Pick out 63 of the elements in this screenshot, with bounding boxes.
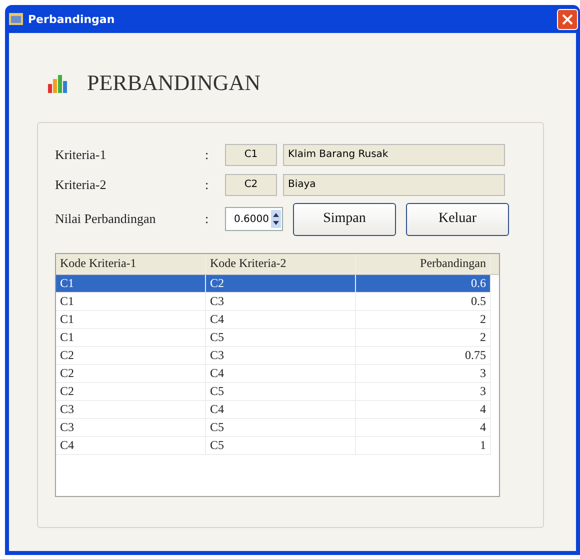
table-row[interactable]: C1 C3 0.5 [56,293,499,311]
window-title: Perbandingan [28,12,115,26]
table-cell: C1 [56,293,206,311]
colon: : [205,176,210,192]
table-row[interactable]: C2 C3 0.75 [56,347,499,365]
table-cell: C3 [56,419,206,437]
table-cell: C3 [206,293,356,311]
table-cell: 4 [356,419,491,437]
table-cell: C5 [206,329,356,347]
table-cell: C1 [56,329,206,347]
table-cell: C5 [206,383,356,401]
table-cell: C2 [56,347,206,365]
colon: : [205,211,210,227]
table-cell: 2 [356,311,491,329]
table-cell: 0.6 [356,275,491,293]
table-cell: C1 [56,311,206,329]
table-cell: C4 [206,401,356,419]
table-cell: 0.75 [356,347,491,365]
action-button[interactable]: Simpan [293,202,396,236]
code-field: C1 [225,144,277,166]
table-row[interactable]: C3 C4 4 [56,401,499,419]
table-cell: 2 [356,329,491,347]
table-cell: C2 [56,365,206,383]
table-row[interactable]: C2 C5 3 [56,383,499,401]
table-cell: C2 [56,383,206,401]
close-button[interactable] [557,8,578,30]
column-header[interactable]: Perbandingan [356,254,491,274]
table-cell: C5 [206,419,356,437]
table-cell: C3 [206,347,356,365]
table-cell: 4 [356,401,491,419]
table-row[interactable]: C2 C4 3 [56,365,499,383]
column-header[interactable]: Kode Kriteria-2 [206,254,356,274]
name-field: Biaya [283,174,505,196]
table-cell: C2 [206,275,356,293]
field-label: Kriteria-1 [55,146,108,162]
table-cell: C3 [56,401,206,419]
field-label: Kriteria-2 [55,176,108,192]
table-cell: 3 [356,383,491,401]
page-heading: PERBANDINGAN [87,70,261,96]
table-cell: C4 [206,311,356,329]
table-cell: C5 [206,437,356,455]
table-cell: C4 [206,365,356,383]
table-row[interactable]: C3 C5 4 [56,419,499,437]
action-button[interactable]: Keluar [406,202,509,236]
column-header[interactable]: Kode Kriteria-1 [56,254,206,274]
table-row[interactable]: C1 C5 2 [56,329,499,347]
table-cell: C1 [56,275,206,293]
table-cell: C4 [56,437,206,455]
table-row[interactable]: C1 C4 2 [56,311,499,329]
colon: : [205,146,210,162]
code-field: C2 [225,174,277,196]
spinner-arrows-icon[interactable] [271,210,281,228]
table-cell: 0.5 [356,293,491,311]
name-field: Klaim Barang Rusak [283,144,505,166]
app-icon [9,13,23,25]
table-cell: 3 [356,365,491,383]
table-row[interactable]: C1 C2 0.6 [56,275,499,293]
table-cell: 1 [356,437,491,455]
field-label: Nilai Perbandingan [55,211,157,227]
close-icon[interactable] [562,14,573,24]
bar-chart-icon [47,72,69,94]
table-row[interactable]: C4 C5 1 [56,437,499,455]
number-spinner[interactable]: 0.6000 [225,207,283,231]
